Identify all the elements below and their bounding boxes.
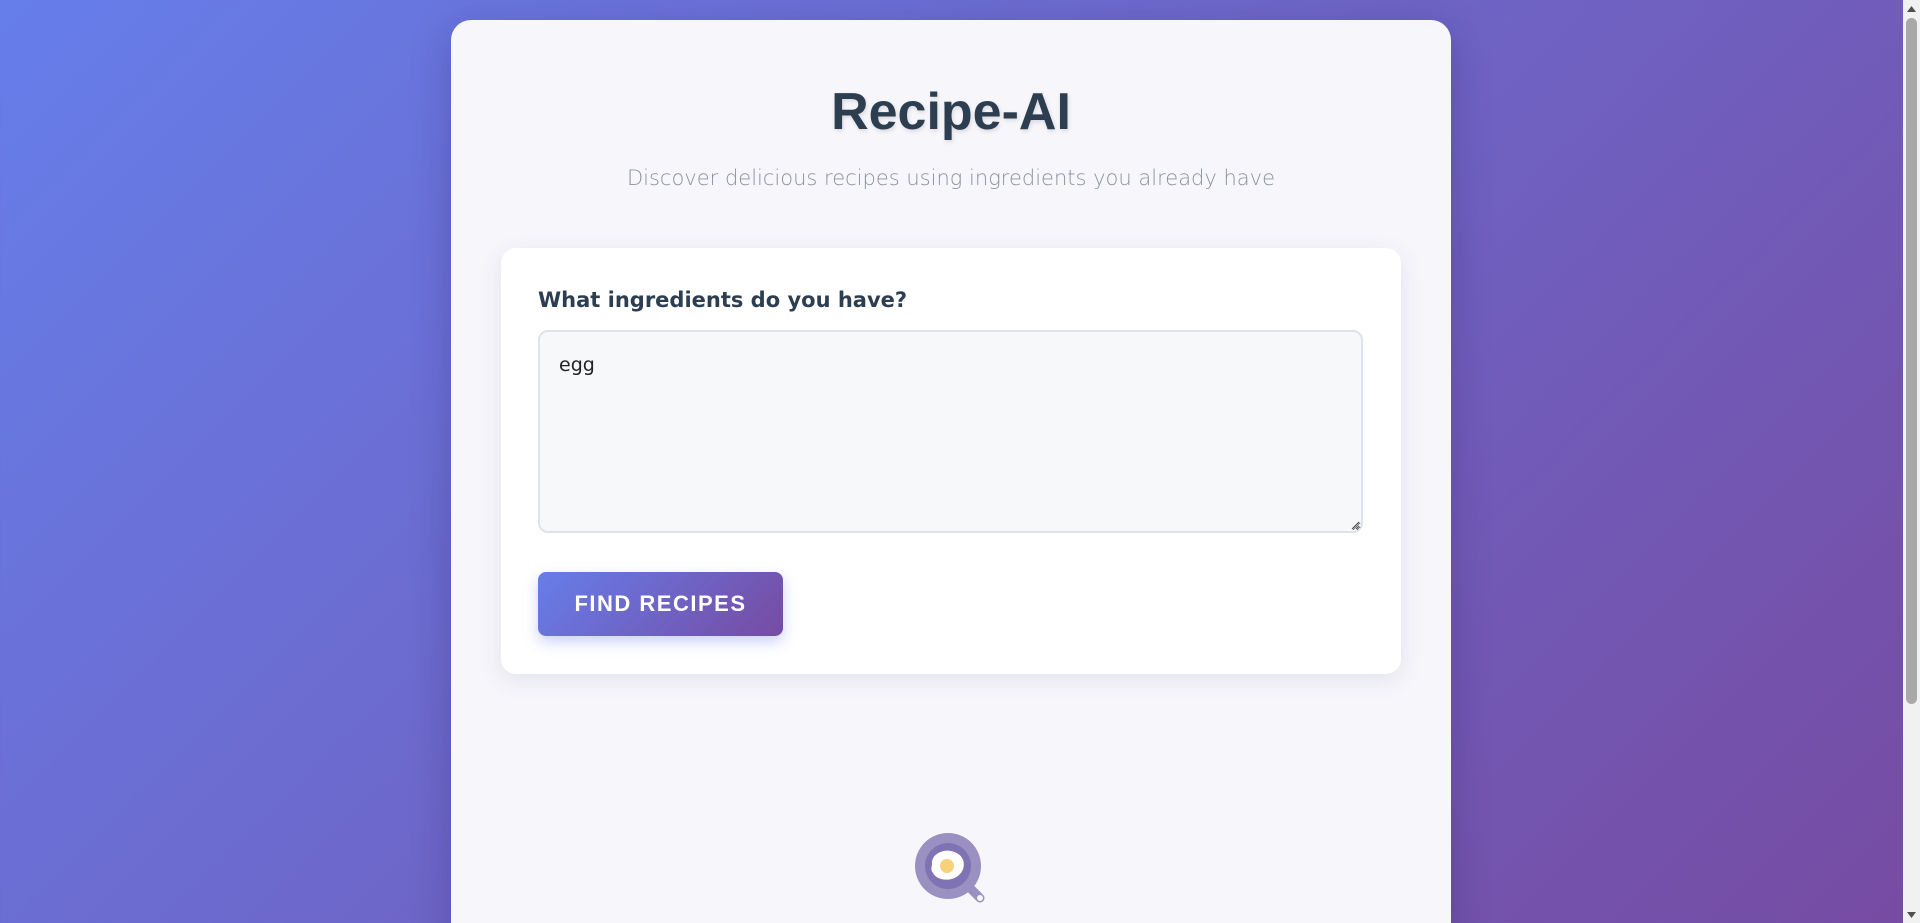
ingredients-card: What ingredients do you have? egg Find R… <box>501 248 1401 674</box>
page-subtitle: Discover delicious recipes using ingredi… <box>626 166 1276 190</box>
arrow-down-icon <box>1907 911 1916 918</box>
frying-pan-egg-icon <box>915 833 985 903</box>
resize-handle-icon[interactable] <box>1350 520 1360 530</box>
scrollbar-thumb[interactable] <box>1906 18 1917 704</box>
scroll-down-button[interactable] <box>1903 906 1920 923</box>
scroll-up-button[interactable] <box>1903 0 1920 17</box>
arrow-up-icon <box>1907 5 1916 12</box>
ingredients-textarea[interactable]: egg <box>538 330 1363 533</box>
scrollbar[interactable] <box>1903 0 1920 923</box>
page-title: Recipe-AI <box>831 83 1071 141</box>
main-container: Recipe-AI Discover delicious recipes usi… <box>451 20 1451 923</box>
find-recipes-button[interactable]: Find Recipes <box>538 572 783 636</box>
ingredients-label: What ingredients do you have? <box>538 288 908 312</box>
